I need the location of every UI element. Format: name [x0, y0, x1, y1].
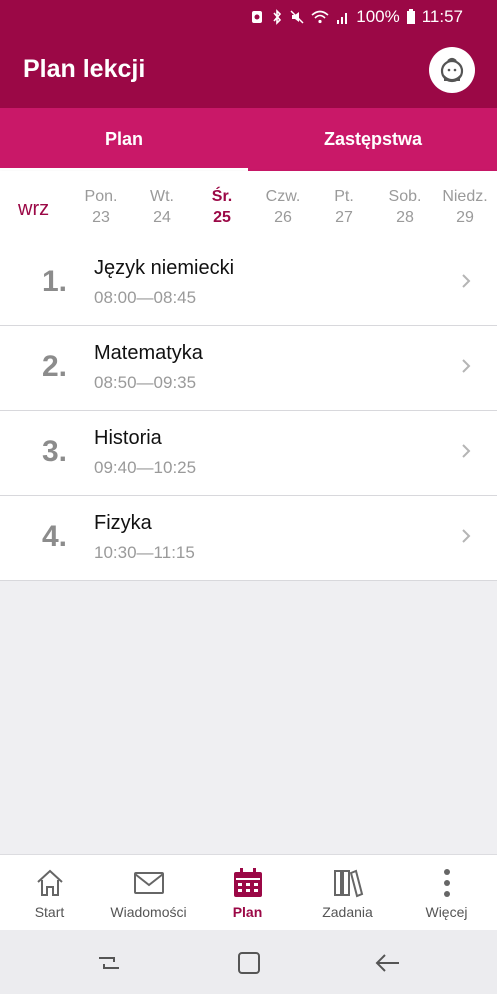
day-name: Sob. [388, 188, 422, 205]
wifi-icon [311, 10, 329, 24]
lesson-time: 09:40—10:25 [94, 458, 197, 477]
battery-icon [406, 9, 415, 24]
chevron-right-icon [462, 529, 471, 543]
day-selector: wrz Pon. 23 Wt. 24 Śr. 25 Czw. 26 Pt. 27… [0, 171, 497, 241]
lesson-row[interactable]: 3. Historia 09:40—10:25 [0, 411, 497, 496]
day-name: Śr. [211, 188, 233, 205]
lesson-number: 3. [42, 435, 68, 468]
day-thursday[interactable]: Czw. 26 [253, 186, 313, 228]
nav-messages[interactable]: Wiadomości [99, 855, 198, 930]
more-vertical-icon [443, 869, 450, 897]
day-name: Pt. [334, 188, 354, 205]
signal-icon [337, 13, 348, 24]
day-name: Niedz. [442, 188, 488, 205]
day-tuesday[interactable]: Wt. 24 [132, 186, 192, 228]
system-navigation-bar [0, 930, 497, 994]
avatar[interactable] [429, 47, 475, 93]
nav-label: Zadania [322, 904, 373, 920]
day-friday[interactable]: Pt. 27 [314, 186, 374, 228]
mute-icon [290, 10, 304, 24]
day-name: Pon. [84, 188, 118, 205]
nav-label: Plan [232, 904, 263, 920]
nav-more[interactable]: Więcej [397, 855, 496, 930]
app-bar: Plan lekcji [0, 34, 497, 108]
day-saturday[interactable]: Sob. 28 [375, 186, 435, 228]
home-button-icon[interactable] [234, 948, 264, 978]
back-icon[interactable] [373, 948, 403, 978]
day-number: 27 [335, 209, 353, 226]
bottom-navigation: Start Wiadomości Plan Zadania Więcej [0, 854, 497, 930]
day-number: 26 [274, 209, 292, 226]
lesson-time: 08:00—08:45 [94, 288, 197, 307]
day-name: Czw. [265, 188, 301, 205]
day-number: 24 [153, 209, 171, 226]
day-wednesday[interactable]: Śr. 25 [192, 186, 252, 228]
books-icon [333, 869, 363, 898]
mail-icon [133, 872, 164, 894]
nav-plan[interactable]: Plan [198, 855, 297, 930]
day-sunday[interactable]: Niedz. 29 [435, 186, 495, 228]
nav-tasks[interactable]: Zadania [298, 855, 397, 930]
month-label: wrz [18, 198, 50, 220]
lesson-subject: Fizyka [94, 512, 152, 534]
status-icons: 100% 11:57 [250, 7, 463, 27]
day-number: 29 [456, 209, 474, 226]
day-number: 28 [396, 209, 414, 226]
battery-percent: 100% [356, 7, 400, 26]
tab-substitutions[interactable]: Zastępstwa [249, 108, 497, 171]
lesson-time: 08:50—09:35 [94, 373, 197, 392]
lesson-list: 1. Język niemiecki 08:00—08:45 2. Matema… [0, 241, 497, 581]
chevron-right-icon [462, 274, 471, 288]
page-title: Plan lekcji [23, 55, 146, 83]
nav-label: Więcej [425, 904, 468, 920]
day-monday[interactable]: Pon. 23 [71, 186, 131, 228]
lesson-number: 1. [42, 265, 68, 298]
home-icon [36, 869, 63, 896]
lesson-row[interactable]: 4. Fizyka 10:30—11:15 [0, 496, 497, 581]
bluetooth-icon [273, 9, 282, 25]
day-number: 25 [213, 209, 231, 226]
recent-apps-icon[interactable] [94, 948, 124, 978]
day-number: 23 [92, 209, 110, 226]
day-name: Wt. [150, 188, 174, 205]
lesson-subject: Język niemiecki [94, 257, 235, 279]
lesson-number: 4. [42, 520, 68, 553]
lesson-subject: Historia [94, 427, 162, 449]
lesson-subject: Matematyka [94, 342, 203, 364]
notification-icon [252, 11, 263, 23]
lesson-row[interactable]: 2. Matematyka 08:50—09:35 [0, 326, 497, 411]
lesson-time: 10:30—11:15 [94, 543, 195, 562]
lesson-row[interactable]: 1. Język niemiecki 08:00—08:45 [0, 241, 497, 326]
nav-label: Start [34, 904, 65, 920]
clock: 11:57 [421, 7, 463, 26]
tab-bar: Plan Zastępstwa [0, 108, 497, 171]
tab-plan[interactable]: Plan [0, 108, 248, 171]
lesson-number: 2. [42, 350, 68, 383]
nav-label: Wiadomości [110, 904, 187, 920]
chevron-right-icon [462, 444, 471, 458]
chevron-right-icon [462, 359, 471, 373]
nav-start[interactable]: Start [0, 855, 99, 930]
child-avatar-icon [440, 57, 464, 83]
calendar-icon [233, 868, 262, 897]
status-bar: 100% 11:57 [0, 0, 497, 34]
